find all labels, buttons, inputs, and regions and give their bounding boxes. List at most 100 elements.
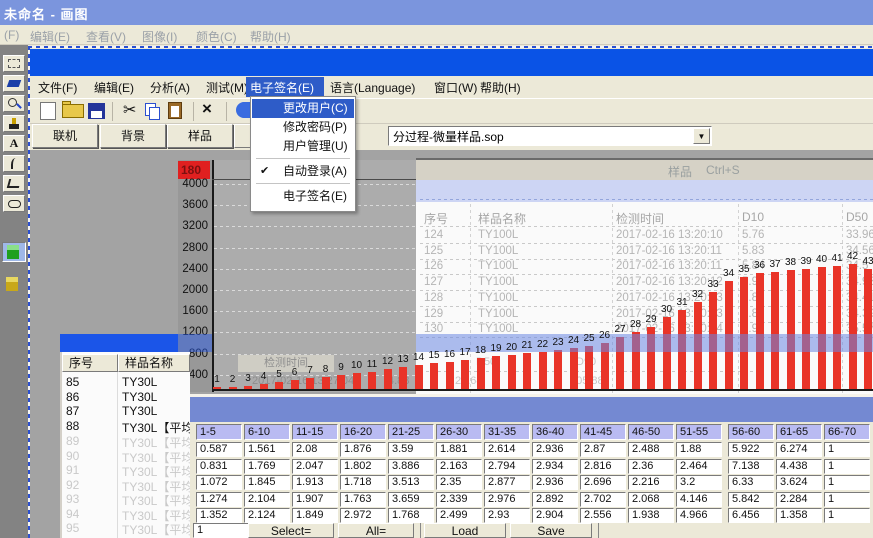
row-count-field[interactable]: 1 bbox=[193, 523, 251, 538]
bottom-table-cell[interactable]: 2.702 bbox=[580, 492, 626, 507]
front-table-row[interactable]: 85TY30L bbox=[62, 375, 190, 389]
bottom-button-Load[interactable]: Load bbox=[424, 523, 506, 538]
bottom-table-cell[interactable]: 2.794 bbox=[484, 459, 530, 474]
bottom-table-cell[interactable]: 1 bbox=[824, 442, 870, 457]
outer-menu-item[interactable]: (F) bbox=[4, 28, 19, 42]
bottom-table-cell[interactable]: 3.659 bbox=[388, 492, 434, 507]
app-menu-item[interactable]: 文件(F) bbox=[38, 79, 77, 96]
bottom-table-cell[interactable]: 6.33 bbox=[728, 475, 774, 490]
bottom-table-cell[interactable]: 2.972 bbox=[340, 508, 386, 523]
bottom-table-cell[interactable]: 6.456 bbox=[728, 508, 774, 523]
curve-icon[interactable] bbox=[3, 155, 25, 172]
app-menu-item-highlighted[interactable]: 电子签名(E) bbox=[246, 77, 324, 97]
outer-menu-item[interactable]: 颜色(C) bbox=[196, 28, 237, 45]
text-icon[interactable]: A bbox=[3, 135, 25, 152]
outer-menu-item[interactable]: 帮助(H) bbox=[250, 28, 291, 45]
bottom-table-cell[interactable]: 2.047 bbox=[292, 459, 338, 474]
bottom-table-cell[interactable]: 1.718 bbox=[340, 475, 386, 490]
bottom-table-cell[interactable]: 5.922 bbox=[728, 442, 774, 457]
bottom-button-Save[interactable]: Save bbox=[510, 523, 592, 538]
bottom-table-cell[interactable]: 2.068 bbox=[628, 492, 674, 507]
bottom-table-cell[interactable]: 1.358 bbox=[776, 508, 822, 523]
bottom-table-cell[interactable]: 1.845 bbox=[244, 475, 290, 490]
bottom-table-cell[interactable]: 2.934 bbox=[532, 459, 578, 474]
bottom-table-cell[interactable]: 1 bbox=[824, 492, 870, 507]
outer-menu-item[interactable]: 查看(V) bbox=[86, 28, 126, 45]
new-doc-icon[interactable] bbox=[40, 102, 56, 120]
bottom-button-All[interactable]: All= bbox=[338, 523, 414, 538]
select-icon[interactable] bbox=[3, 55, 25, 72]
bottom-table-cell[interactable]: 1.352 bbox=[196, 508, 242, 523]
combo-dropdown-button[interactable]: ▼ bbox=[693, 128, 710, 144]
front-table-row[interactable]: 86TY30L bbox=[62, 390, 190, 404]
delete-icon[interactable]: × bbox=[202, 99, 212, 119]
bottom-table-cell[interactable]: 2.936 bbox=[532, 475, 578, 490]
cube-green-icon[interactable] bbox=[2, 242, 26, 262]
bottom-table-cell[interactable]: 2.696 bbox=[580, 475, 626, 490]
context-menu-item[interactable]: 修改密码(P) bbox=[252, 118, 354, 137]
bottom-table-cell[interactable]: 4.146 bbox=[676, 492, 722, 507]
bottom-table-cell[interactable]: 1.938 bbox=[628, 508, 674, 523]
bottom-table-cell[interactable]: 2.936 bbox=[532, 442, 578, 457]
rounded-rect-icon[interactable] bbox=[3, 195, 25, 212]
bottom-table-cell[interactable]: 2.488 bbox=[628, 442, 674, 457]
bottom-table-cell[interactable]: 4.438 bbox=[776, 459, 822, 474]
front-table-row[interactable]: 87TY30L bbox=[62, 404, 190, 418]
bottom-table-cell[interactable]: 2.35 bbox=[436, 475, 482, 490]
polygon-icon[interactable] bbox=[3, 175, 25, 192]
bottom-table-cell[interactable]: 3.513 bbox=[388, 475, 434, 490]
bottom-table-cell[interactable]: 3.886 bbox=[388, 459, 434, 474]
bottom-table-cell[interactable]: 2.93 bbox=[484, 508, 530, 523]
bottom-table-cell[interactable]: 1.769 bbox=[244, 459, 290, 474]
bottom-table-cell[interactable]: 1 bbox=[824, 475, 870, 490]
bottom-table-cell[interactable]: 3.624 bbox=[776, 475, 822, 490]
bottom-table-cell[interactable]: 1 bbox=[824, 508, 870, 523]
bottom-table-cell[interactable]: 3.2 bbox=[676, 475, 722, 490]
brush-icon[interactable] bbox=[3, 115, 25, 132]
bottom-table-cell[interactable]: 1.763 bbox=[340, 492, 386, 507]
app-menu-item[interactable]: 分析(A) bbox=[150, 79, 190, 96]
bottom-table-cell[interactable]: 2.36 bbox=[628, 459, 674, 474]
bottom-table-cell[interactable]: 2.284 bbox=[776, 492, 822, 507]
bottom-window-title-band[interactable] bbox=[190, 397, 873, 422]
context-menu-item[interactable]: 更改用户(C) bbox=[252, 99, 354, 118]
app-button-联机[interactable]: 联机 bbox=[32, 124, 98, 148]
app-menu-item[interactable]: 编辑(E) bbox=[94, 79, 134, 96]
bottom-table-cell[interactable]: 2.464 bbox=[676, 459, 722, 474]
bottom-table-cell[interactable]: 2.08 bbox=[292, 442, 338, 457]
bottom-table-cell[interactable]: 2.904 bbox=[532, 508, 578, 523]
bottom-table-cell[interactable]: 2.104 bbox=[244, 492, 290, 507]
bottom-table-cell[interactable]: 7.138 bbox=[728, 459, 774, 474]
bottom-table-cell[interactable]: 3.59 bbox=[388, 442, 434, 457]
fill-icon[interactable] bbox=[3, 75, 25, 92]
bottom-table-cell[interactable]: 2.339 bbox=[436, 492, 482, 507]
app-menu-item[interactable]: 窗口(W) bbox=[434, 79, 477, 96]
bottom-table-cell[interactable]: 2.892 bbox=[532, 492, 578, 507]
open-folder-icon[interactable] bbox=[62, 104, 84, 118]
bottom-table-cell[interactable]: 2.816 bbox=[580, 459, 626, 474]
copy-icon[interactable] bbox=[145, 103, 156, 116]
bottom-table-cell[interactable]: 4.966 bbox=[676, 508, 722, 523]
bottom-table-cell[interactable]: 2.124 bbox=[244, 508, 290, 523]
bottom-table-cell[interactable]: 2.87 bbox=[580, 442, 626, 457]
cut-icon[interactable]: ✂ bbox=[123, 100, 136, 120]
context-menu-item[interactable]: 电子签名(E) bbox=[252, 187, 354, 206]
sample-table-row[interactable]: 124TY100L2017-02-16 13:20:105.7633.96 bbox=[416, 229, 873, 244]
save-icon[interactable] bbox=[88, 103, 105, 119]
context-menu-item[interactable]: ✔自动登录(A) bbox=[252, 162, 354, 181]
paste-icon[interactable] bbox=[168, 102, 182, 119]
app-button-样品[interactable]: 样品 bbox=[167, 124, 233, 148]
magnifier-icon[interactable] bbox=[3, 95, 25, 112]
sop-combo[interactable]: ▼ bbox=[388, 126, 712, 146]
bottom-table-cell[interactable]: 1.881 bbox=[436, 442, 482, 457]
bottom-table-cell[interactable]: 5.842 bbox=[728, 492, 774, 507]
front-table-row[interactable]: 88TY30L【平均] bbox=[62, 419, 190, 433]
bottom-table-cell[interactable]: 1.876 bbox=[340, 442, 386, 457]
bottom-button-Select[interactable]: Select= bbox=[248, 523, 334, 538]
app-menu-item[interactable]: 测试(M) bbox=[206, 79, 248, 96]
bottom-table-cell[interactable]: 2.163 bbox=[436, 459, 482, 474]
bottom-table-cell[interactable]: 2.877 bbox=[484, 475, 530, 490]
outer-menu-item[interactable]: 图像(I) bbox=[142, 28, 177, 45]
app-menu-item[interactable]: 语言(Language) bbox=[330, 79, 415, 96]
bottom-table-cell[interactable]: 1.802 bbox=[340, 459, 386, 474]
